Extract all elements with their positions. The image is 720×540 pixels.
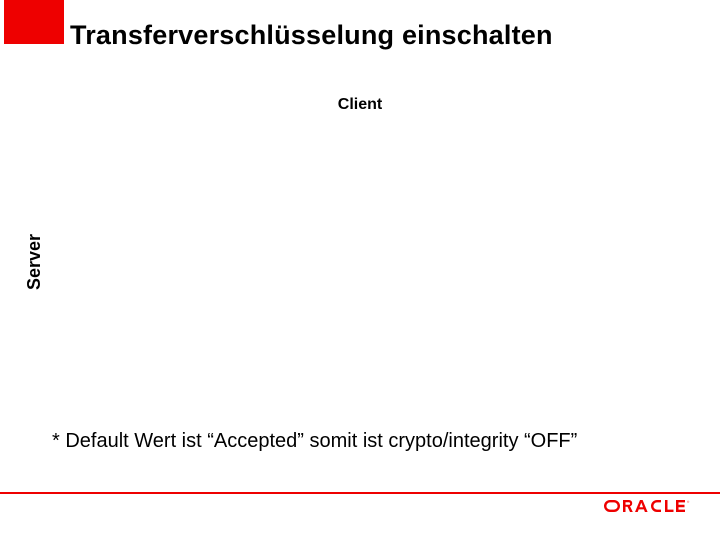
axis-label-client: Client (0, 96, 720, 114)
accent-block (4, 0, 64, 44)
oracle-logo: ® (604, 500, 692, 512)
footnote-text: * Default Wert ist “Accepted” somit ist … (52, 430, 577, 453)
slide-title: Transferverschlüsselung einschalten (70, 20, 553, 51)
slide: Transferverschlüsselung einschalten Clie… (0, 0, 720, 540)
footer-divider (0, 492, 720, 494)
oracle-wordmark-icon: ® (604, 500, 692, 512)
svg-text:®: ® (687, 500, 690, 504)
axis-label-server: Server (24, 234, 45, 290)
